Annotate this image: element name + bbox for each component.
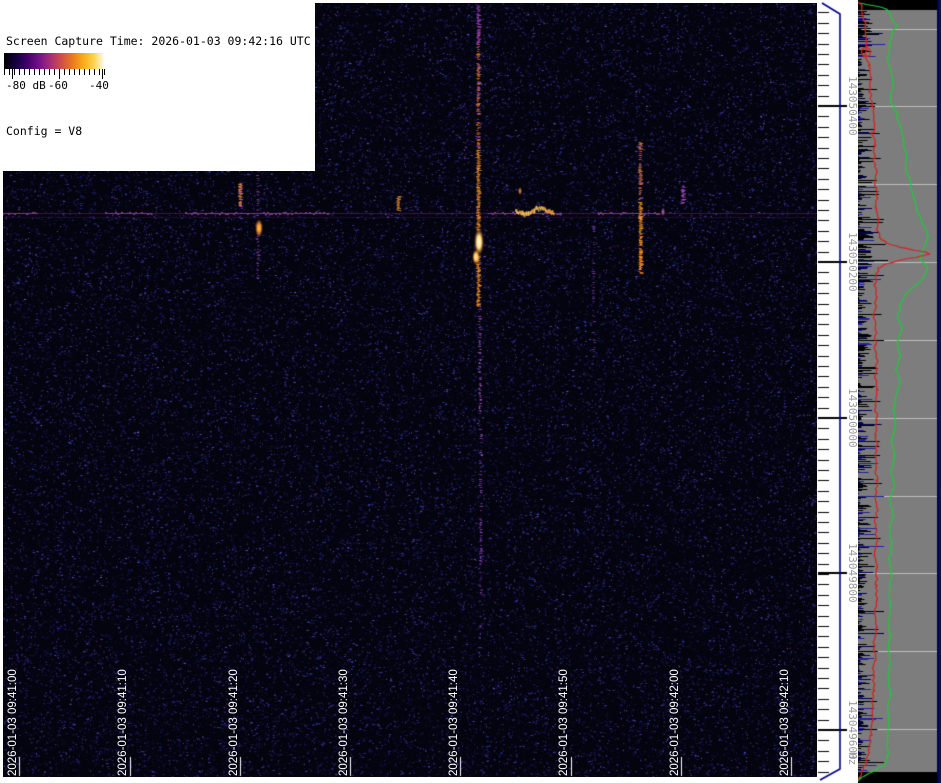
time-axis-label: 2026-01-03 09:42:00 <box>669 669 681 776</box>
spectrogram-screen: Screen Capture Time: 2026-01-03 09:42:16… <box>0 0 941 783</box>
colorbar-minor-ticks <box>4 69 105 75</box>
freq-axis-label: 143050000 <box>846 388 859 448</box>
freq-axis-label: 143050200 <box>846 232 859 292</box>
colorbar-label-max: -40 <box>89 79 109 92</box>
colorbar-major-tick <box>12 69 13 79</box>
freq-axis-unit: Hz <box>846 752 859 766</box>
time-axis-label: 2026-01-03 09:41:30 <box>338 669 350 776</box>
freq-axis-label: 143049800 <box>846 543 859 603</box>
colorbar-major-tick <box>59 69 60 79</box>
colorbar-label-min: -80 dB <box>6 79 46 92</box>
freq-axis-label: 143050400 <box>846 76 859 136</box>
spectrum-panel-canvas <box>858 0 941 783</box>
time-axis-label: 2026-01-03 09:41:20 <box>228 669 240 776</box>
colorbar-gradient <box>4 53 105 69</box>
time-axis-label: 2026-01-03 09:41:10 <box>117 669 129 776</box>
time-axis-label: 2026-01-03 09:42:10 <box>779 669 791 776</box>
time-axis-label: 2026-01-03 09:41:40 <box>448 669 460 776</box>
capture-time-text: Screen Capture Time: 2026-01-03 09:42:16… <box>6 34 311 48</box>
config-text: Config = V8 <box>6 124 83 138</box>
colorbar-major-tick <box>102 69 103 79</box>
time-axis-label: 2026-01-03 09:41:00 <box>7 669 19 776</box>
intensity-colorbar: -80 dB -60 -40 <box>3 50 110 103</box>
colorbar-label-mid: -60 <box>48 79 68 92</box>
freq-axis-label: 143049600 <box>846 700 859 760</box>
time-axis-label: 2026-01-03 09:41:50 <box>558 669 570 776</box>
